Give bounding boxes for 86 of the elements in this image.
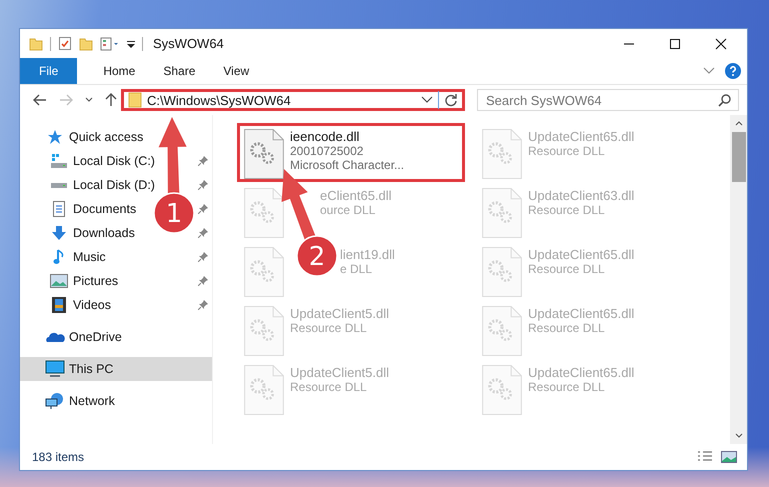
ribbon-tab[interactable]: Home xyxy=(89,58,150,84)
nav-item[interactable]: Local Disk (C:) xyxy=(73,154,155,168)
nav-item[interactable]: Music xyxy=(73,250,106,264)
close-icon[interactable] xyxy=(715,38,727,50)
file-name: UpdateClient63.dll xyxy=(528,188,634,203)
drive-icon xyxy=(51,182,67,188)
maximize-icon[interactable] xyxy=(669,38,681,50)
callout-number: 2 xyxy=(308,242,326,272)
selection-frame[interactable]: ieencode.dll 20010725002 Microsoft Character... xyxy=(237,123,465,182)
file-detail: Resource DLL xyxy=(528,380,606,394)
pin-icon[interactable] xyxy=(198,252,208,262)
file-name: UpdateClient5.dll xyxy=(290,365,390,380)
monitor-icon xyxy=(45,360,65,378)
folder-icon xyxy=(29,36,43,50)
view-options-icon[interactable] xyxy=(100,36,120,50)
properties-icon[interactable] xyxy=(58,36,72,51)
tiles-view-icon[interactable] xyxy=(721,451,737,463)
file-name: UpdateClient5.dll xyxy=(290,306,390,321)
nav-item[interactable]: Network xyxy=(69,394,115,408)
scroll-up-icon[interactable] xyxy=(734,120,742,126)
window-title: SysWOW64 xyxy=(153,36,224,51)
item-count: 183 items xyxy=(32,450,84,464)
ribbon-tab[interactable]: File xyxy=(20,58,78,84)
file-name: ieencode.dll xyxy=(290,129,360,144)
pin-icon[interactable] xyxy=(198,228,208,238)
cloud-icon xyxy=(45,331,65,343)
chevron-icon[interactable] xyxy=(703,67,715,75)
nav-item[interactable]: Quick access xyxy=(69,130,144,144)
folder-icon xyxy=(128,92,142,108)
up-icon[interactable] xyxy=(105,93,117,107)
address-bar[interactable]: C:\Windows\SysWOW64 xyxy=(121,89,465,111)
file-detail: Resource DLL xyxy=(290,321,368,335)
callout-badge xyxy=(296,235,338,277)
address-path: C:\Windows\SysWOW64 xyxy=(147,92,292,108)
file-detail: Resource DLL xyxy=(528,203,606,217)
new-folder-icon[interactable] xyxy=(79,36,93,50)
pictures-icon xyxy=(50,274,68,288)
pin-icon[interactable] xyxy=(198,204,208,214)
file-detail: Resource DLL xyxy=(528,321,606,335)
search-field[interactable]: Search SysWOW64 xyxy=(477,89,739,111)
pin-icon[interactable] xyxy=(198,156,208,166)
star-icon xyxy=(47,129,63,145)
search-icon[interactable] xyxy=(718,94,731,107)
help-icon[interactable] xyxy=(725,63,741,79)
ribbon-tab[interactable]: View xyxy=(209,58,264,84)
file-name: lient19.dll xyxy=(340,247,395,262)
back-icon[interactable] xyxy=(33,94,47,106)
refresh-icon[interactable] xyxy=(444,93,458,107)
nav-item[interactable]: Videos xyxy=(73,298,111,312)
ribbon-tab[interactable]: Share xyxy=(149,58,210,84)
file-name: UpdateClient65.dll xyxy=(528,247,634,262)
file-detail: Microsoft Character... xyxy=(290,158,404,172)
file-detail: Resource DLL xyxy=(290,380,368,394)
file-name: eClient65.dll xyxy=(320,188,392,203)
nav-item[interactable]: OneDrive xyxy=(69,330,122,344)
document-icon xyxy=(53,201,65,217)
scrollbar-thumb[interactable] xyxy=(732,132,746,182)
nav-item[interactable]: Downloads xyxy=(73,226,135,240)
scroll-down-icon[interactable] xyxy=(734,433,742,439)
file-name: UpdateClient65.dll xyxy=(528,306,634,321)
file-detail: e DLL xyxy=(340,262,374,276)
pin-icon[interactable] xyxy=(198,300,208,310)
file-detail: Resource DLL xyxy=(528,262,606,276)
details-view-icon[interactable] xyxy=(697,451,713,463)
nav-item[interactable]: Local Disk (D:) xyxy=(73,178,155,192)
pin-icon[interactable] xyxy=(198,180,208,190)
callout-number: 1 xyxy=(166,199,182,229)
pin-icon[interactable] xyxy=(198,276,208,286)
dropdown-icon[interactable] xyxy=(421,96,433,104)
file-detail: Resource DLL xyxy=(528,144,606,158)
network-icon xyxy=(45,392,65,410)
file-detail: ource DLL xyxy=(320,203,376,217)
drive-icon xyxy=(50,153,68,169)
nav-item[interactable]: This PC xyxy=(69,362,114,376)
file-detail: 20010725002 xyxy=(290,144,364,158)
scrollbar[interactable] xyxy=(730,115,747,444)
caret-icon[interactable] xyxy=(127,38,135,48)
film-icon xyxy=(52,297,66,313)
callout-badge xyxy=(153,192,195,234)
dropdown-icon[interactable] xyxy=(85,97,93,103)
music-note-icon xyxy=(53,249,65,265)
file-name: UpdateClient65.dll xyxy=(528,129,634,144)
file-name: UpdateClient65.dll xyxy=(528,365,634,380)
nav-item[interactable]: Documents xyxy=(73,202,136,216)
nav-item[interactable]: Pictures xyxy=(73,274,118,288)
download-icon xyxy=(51,225,67,241)
